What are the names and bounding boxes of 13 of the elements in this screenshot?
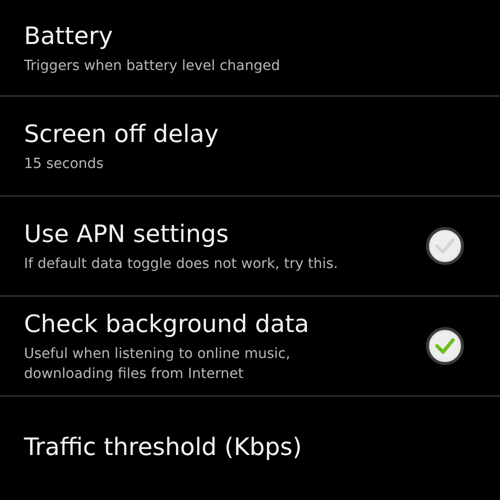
checkbox[interactable] <box>426 327 464 365</box>
checkmark-icon <box>434 337 456 355</box>
checkbox[interactable] <box>426 227 464 265</box>
setting-title: Use APN settings <box>24 219 230 250</box>
setting-summary: Triggers when battery level changed <box>24 56 280 76</box>
setting-summary: If default data toggle does not work, try this. <box>24 255 338 274</box>
setting-summary: Useful when listening to online music, downloading files from Internet <box>24 345 292 384</box>
setting-summary: 15 seconds <box>24 155 104 174</box>
setting-title: Screen off delay <box>24 119 219 150</box>
checkmark-icon <box>434 237 456 255</box>
setting-title: Check background data <box>24 309 310 340</box>
setting-title: Battery <box>24 20 114 52</box>
setting-title: Traffic threshold (Kbps) <box>24 432 302 463</box>
